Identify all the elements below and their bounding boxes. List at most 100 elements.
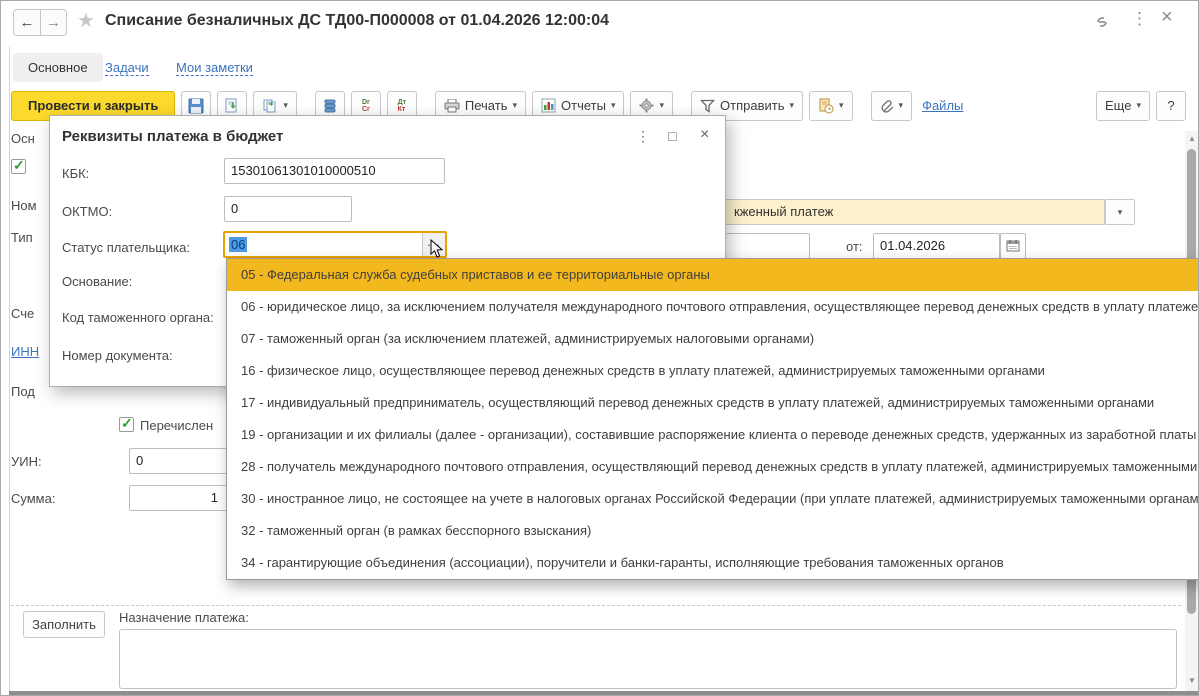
oktmo-input[interactable]: 0 — [224, 196, 352, 222]
dialog-menu-kebab-icon[interactable]: ⋮ — [636, 128, 650, 145]
payer-status-input[interactable]: 06 — [225, 233, 422, 256]
payment-type-combobox[interactable]: кженный платеж — [726, 199, 1105, 225]
gear-icon — [639, 98, 654, 113]
payer-status-label: Статус плательщика: — [62, 240, 190, 255]
payment-purpose-label: Назначение платежа: — [119, 610, 249, 625]
payer-status-dropdown: 05 - Федеральная служба судебных пристав… — [226, 258, 1199, 580]
back-button[interactable]: ← — [14, 10, 40, 35]
dropdown-item-28[interactable]: 28 - получатель международного почтового… — [227, 451, 1199, 483]
reports-label: Отчеты — [561, 98, 606, 113]
doc-number-label: Номер документа: — [62, 348, 173, 363]
more-button[interactable]: Еще ▾ — [1096, 91, 1150, 121]
attachments-button[interactable]: ▾ — [871, 91, 913, 121]
scroll-down-icon[interactable]: ▼ — [1188, 676, 1196, 685]
dropdown-item-34[interactable]: 34 - гарантирующие объединения (ассоциац… — [227, 547, 1199, 579]
dialog-maximize-icon[interactable]: □ — [668, 128, 676, 144]
payer-status-field[interactable]: 06 ... — [223, 231, 447, 258]
transferred-checkbox[interactable]: ✓ — [119, 417, 134, 432]
report-chart-icon — [541, 98, 556, 113]
kbk-input[interactable]: 15301061301010000510 — [224, 158, 445, 184]
dialog-title: Реквизиты платежа в бюджет — [62, 128, 283, 145]
drcr-icon: DrCr — [362, 99, 370, 113]
settings-caret-icon: ▾ — [659, 100, 664, 111]
get-link-icon[interactable] — [1093, 15, 1111, 29]
help-label: ? — [1167, 98, 1174, 113]
back-icon: ← — [20, 14, 35, 31]
scroll-up-icon[interactable]: ▲ — [1188, 134, 1196, 143]
send-label: Отправить — [720, 98, 784, 113]
reports-caret-icon: ▾ — [611, 100, 616, 111]
fill-button[interactable]: Заполнить — [23, 611, 105, 638]
dropdown-item-17[interactable]: 17 - индивидуальный предприниматель, осу… — [227, 387, 1199, 419]
print-label: Печать — [465, 98, 508, 113]
kbk-label: КБК: — [62, 166, 89, 181]
bg-label-fragment-sche: Сче — [11, 306, 49, 321]
date-prefix-label: от: — [846, 239, 863, 254]
send-caret-icon: ▾ — [789, 100, 794, 111]
forward-button[interactable]: → — [40, 10, 66, 35]
window-close-icon[interactable]: × — [1161, 9, 1173, 25]
uin-label: УИН: — [11, 454, 42, 469]
printer-icon — [444, 99, 460, 113]
app-window: ← → ★ Списание безналичных ДС ТД00-П0000… — [0, 0, 1199, 696]
date-input[interactable]: 01.04.2026 — [873, 233, 1000, 259]
dropdown-item-16[interactable]: 16 - физическое лицо, осуществляющее пер… — [227, 355, 1199, 387]
payment-purpose-textarea[interactable] — [119, 629, 1177, 689]
files-link[interactable]: Файлы — [918, 98, 967, 113]
window-menu-kebab-icon[interactable]: ⋮ — [1131, 11, 1148, 27]
bg-label-fragment-tip: Тип — [11, 230, 49, 245]
bg-label-fragment-osn: Осн — [11, 131, 49, 146]
forward-icon: → — [46, 14, 61, 31]
tab-tasks[interactable]: Задачи — [105, 60, 149, 76]
bg-checkbox-check-icon: ✓ — [13, 157, 25, 174]
customs-code-label: Код таможенного органа: — [62, 310, 214, 325]
tab-main[interactable]: Основное — [13, 53, 103, 82]
attachments-caret-icon: ▾ — [899, 100, 904, 111]
schedule-document-button[interactable]: ▾ — [809, 91, 853, 121]
bg-label-fragment-nom: Ном — [11, 198, 49, 213]
dropdown-item-07[interactable]: 07 - таможенный орган (за исключением пл… — [227, 323, 1199, 355]
send-funnel-icon — [700, 99, 715, 113]
bg-label-fragment-pod: Под — [11, 384, 49, 399]
schedule-caret-icon: ▾ — [839, 100, 844, 111]
save-icon — [188, 98, 204, 114]
dtkt-icon: ДтКт — [398, 99, 406, 113]
copy-icon — [262, 98, 278, 114]
dropdown-item-19[interactable]: 19 - организации и их филиалы (далее - о… — [227, 419, 1199, 451]
dropdown-item-06[interactable]: 06 - юридическое лицо, за исключением по… — [227, 291, 1199, 323]
combo-caret-icon: ▾ — [1118, 207, 1123, 217]
payer-status-selected-text: 06 — [229, 237, 247, 252]
dropdown-item-30[interactable]: 30 - иностранное лицо, не состоящее на у… — [227, 483, 1199, 515]
transferred-label: Перечислен — [140, 418, 213, 433]
dropdown-item-32[interactable]: 32 - таможенный орган (в рамках бесспорн… — [227, 515, 1199, 547]
payment-type-dropdown-button[interactable]: ▾ — [1105, 199, 1135, 225]
amount-label: Сумма: — [11, 491, 55, 506]
oktmo-label: ОКТМО: — [62, 204, 112, 219]
basis-label: Основание: — [62, 274, 132, 289]
more-label: Еще — [1105, 98, 1131, 113]
dialog-close-icon[interactable]: × — [700, 126, 709, 144]
help-button[interactable]: ? — [1156, 91, 1186, 121]
post-document-icon — [224, 98, 240, 114]
section-separator — [11, 605, 1181, 606]
page-title: Списание безналичных ДС ТД00-П000008 от … — [105, 12, 609, 30]
more-caret-icon: ▾ — [1136, 100, 1141, 111]
date-picker-button[interactable] — [1000, 233, 1026, 259]
mouse-cursor — [430, 239, 444, 259]
paperclip-icon — [880, 98, 894, 113]
form-left-border — [9, 47, 10, 692]
tab-my-notes[interactable]: Мои заметки — [176, 60, 253, 76]
amount-value: 1 — [130, 486, 218, 510]
bg-number-input[interactable] — [726, 233, 810, 259]
document-clock-icon — [818, 98, 834, 114]
nav-history-group: ← → — [13, 9, 67, 36]
structure-icon — [323, 98, 337, 114]
favorite-star-icon[interactable]: ★ — [77, 8, 95, 33]
bg-checkbox[interactable]: ✓ — [11, 159, 26, 174]
calendar-icon — [1006, 239, 1020, 252]
horizontal-scrollbar[interactable] — [9, 691, 1199, 696]
dropdown-item-05[interactable]: 05 - Федеральная служба судебных пристав… — [227, 259, 1199, 291]
copy-caret-icon: ▾ — [283, 100, 288, 111]
bg-inn-link[interactable]: ИНН — [11, 344, 49, 359]
transferred-check-icon: ✓ — [121, 415, 133, 432]
